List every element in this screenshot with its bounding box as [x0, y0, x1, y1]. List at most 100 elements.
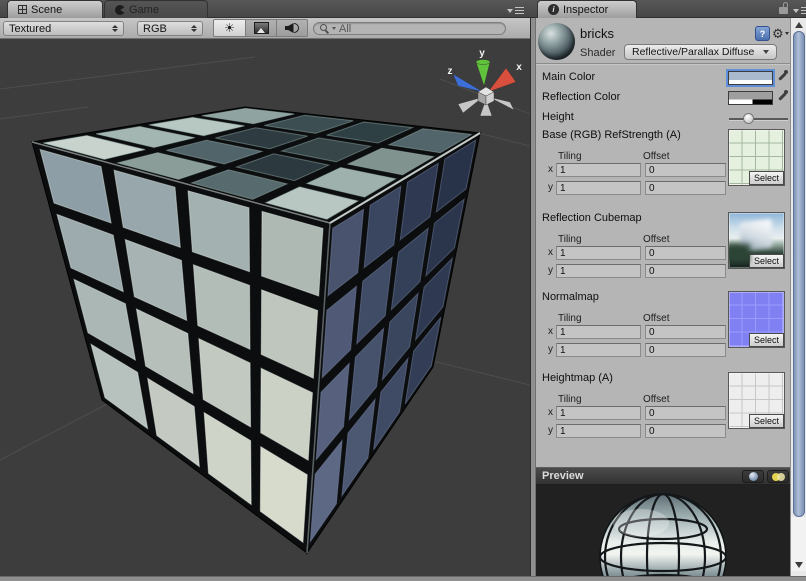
offset-y-input[interactable] — [645, 424, 726, 438]
inspector-scrollbar[interactable] — [790, 18, 806, 576]
scene-toolbar: Textured RGB ☀ — [0, 18, 530, 39]
material-preview-area[interactable] — [536, 485, 790, 576]
offset-x-input[interactable] — [645, 246, 726, 260]
inspector-lock-icon[interactable] — [779, 7, 788, 14]
preview-shape-button[interactable] — [742, 470, 764, 483]
texture-label: Reflection Cubemap — [542, 212, 642, 224]
shader-label: Shader — [580, 47, 615, 59]
tiling-y-input[interactable] — [556, 343, 641, 357]
scrollbar-thumb[interactable] — [793, 31, 805, 517]
orientation-gizmo[interactable]: yxz — [448, 48, 523, 116]
image-icon — [254, 22, 269, 34]
render-mode-dropdown[interactable]: Textured — [3, 21, 124, 36]
preview-sphere — [536, 485, 790, 576]
tab-scene-label: Scene — [31, 4, 62, 16]
panel-menu-icon — [515, 7, 524, 14]
scroll-up-arrow[interactable] — [791, 18, 806, 31]
select-button[interactable]: Select — [749, 171, 784, 185]
tiling-x-input[interactable] — [556, 163, 641, 177]
tiling-y-input[interactable] — [556, 264, 641, 278]
gear-button[interactable]: ⚙ — [772, 26, 790, 41]
texture-block-base: Base (RGB) RefStrength (A) Tiling Offset… — [536, 127, 790, 207]
offset-x-input[interactable] — [645, 163, 726, 177]
help-button[interactable]: ? — [755, 26, 770, 41]
tiling-x-input[interactable] — [556, 246, 641, 260]
offset-x-input[interactable] — [645, 406, 726, 420]
height-slider-thumb[interactable] — [743, 113, 754, 124]
texture-block-normalmap: Normalmap Tiling Offset x y Select — [536, 289, 790, 369]
eyedropper-icon[interactable] — [777, 70, 789, 83]
scene-search-field[interactable] — [313, 22, 506, 35]
inspector-panel-menu[interactable] — [793, 7, 806, 14]
tiling-y-input[interactable] — [556, 424, 641, 438]
axis-label: x — [548, 247, 553, 258]
offset-header: Offset — [643, 394, 670, 405]
offset-x-input[interactable] — [645, 325, 726, 339]
chevron-down-icon — [763, 50, 769, 54]
material-name: bricks — [580, 26, 614, 41]
texture-thumbnail[interactable]: Select — [728, 372, 785, 429]
gear-icon: ⚙ — [772, 27, 784, 40]
speaker-icon — [285, 22, 300, 34]
axis-label: x — [548, 326, 553, 337]
axis-label: y — [548, 182, 553, 193]
search-icon — [320, 24, 329, 33]
tiling-header: Tiling — [558, 394, 582, 405]
tiling-y-input[interactable] — [556, 181, 641, 195]
gizmo-y-label: y — [479, 48, 485, 59]
tiling-offset-row-x: x — [548, 163, 728, 177]
select-button[interactable]: Select — [749, 333, 784, 347]
texture-thumbnail[interactable]: Select — [728, 291, 785, 348]
unity-editor-window: Scene Game i Inspector Textured RGB — [0, 0, 806, 581]
shader-dropdown[interactable]: Reflective/Parallax Diffuse — [624, 44, 777, 60]
scrollbar-track[interactable] — [791, 517, 806, 558]
scene-viewport[interactable]: yxz — [0, 39, 530, 576]
tiling-offset-row-x: x — [548, 406, 728, 420]
lights-icon — [772, 472, 785, 481]
preview-lighting-button[interactable] — [767, 470, 789, 483]
main-color-swatch[interactable] — [728, 71, 773, 85]
inspector-dropdown-icon — [793, 9, 799, 13]
search-input[interactable] — [339, 23, 479, 35]
scene-lighting-toggle[interactable]: ☀ — [213, 19, 246, 37]
updown-arrows-icon — [191, 25, 197, 32]
tab-game-label: Game — [129, 4, 159, 16]
texture-block-heightmap: Heightmap (A) Tiling Offset x y Select — [536, 370, 790, 450]
offset-header: Offset — [643, 234, 670, 245]
tiling-x-input[interactable] — [556, 325, 641, 339]
texture-thumbnail[interactable]: Select — [728, 129, 785, 186]
texture-block-cubemap: Reflection Cubemap Tiling Offset x y Sel… — [536, 210, 790, 290]
channel-mode-value: RGB — [143, 23, 167, 35]
offset-header: Offset — [643, 313, 670, 324]
scene-audio-toggle[interactable] — [276, 19, 308, 37]
tiling-offset-row-y: y — [548, 424, 728, 438]
height-slider[interactable] — [729, 118, 788, 120]
inspector-panel: bricks Shader Reflective/Parallax Diffus… — [536, 18, 790, 467]
select-button[interactable]: Select — [749, 254, 784, 268]
preview-header[interactable]: Preview — [536, 467, 790, 485]
tab-inspector[interactable]: i Inspector — [537, 0, 637, 18]
offset-y-input[interactable] — [645, 264, 726, 278]
texture-label: Normalmap — [542, 291, 599, 303]
offset-y-input[interactable] — [645, 343, 726, 357]
tab-scene[interactable]: Scene — [7, 0, 103, 18]
tiling-x-input[interactable] — [556, 406, 641, 420]
game-pacman-icon — [115, 5, 125, 15]
scroll-down-arrow[interactable] — [791, 558, 806, 571]
preview-title: Preview — [542, 470, 584, 482]
reflection-color-label: Reflection Color — [542, 91, 620, 103]
texture-thumbnail[interactable]: Select — [728, 212, 785, 269]
scene-effects-toggle[interactable] — [245, 19, 277, 37]
axis-label: y — [548, 265, 553, 276]
axis-label: y — [548, 344, 553, 355]
scene-panel-menu[interactable] — [507, 7, 524, 14]
eyedropper-icon[interactable] — [777, 90, 789, 103]
tiling-header: Tiling — [558, 234, 582, 245]
select-button[interactable]: Select — [749, 414, 784, 428]
inspector-menu-icon — [801, 7, 806, 14]
offset-y-input[interactable] — [645, 181, 726, 195]
tab-game[interactable]: Game — [104, 0, 208, 18]
gizmo-z-label: z — [448, 66, 453, 77]
reflection-color-swatch[interactable] — [728, 91, 773, 105]
channel-mode-dropdown[interactable]: RGB — [137, 21, 203, 36]
